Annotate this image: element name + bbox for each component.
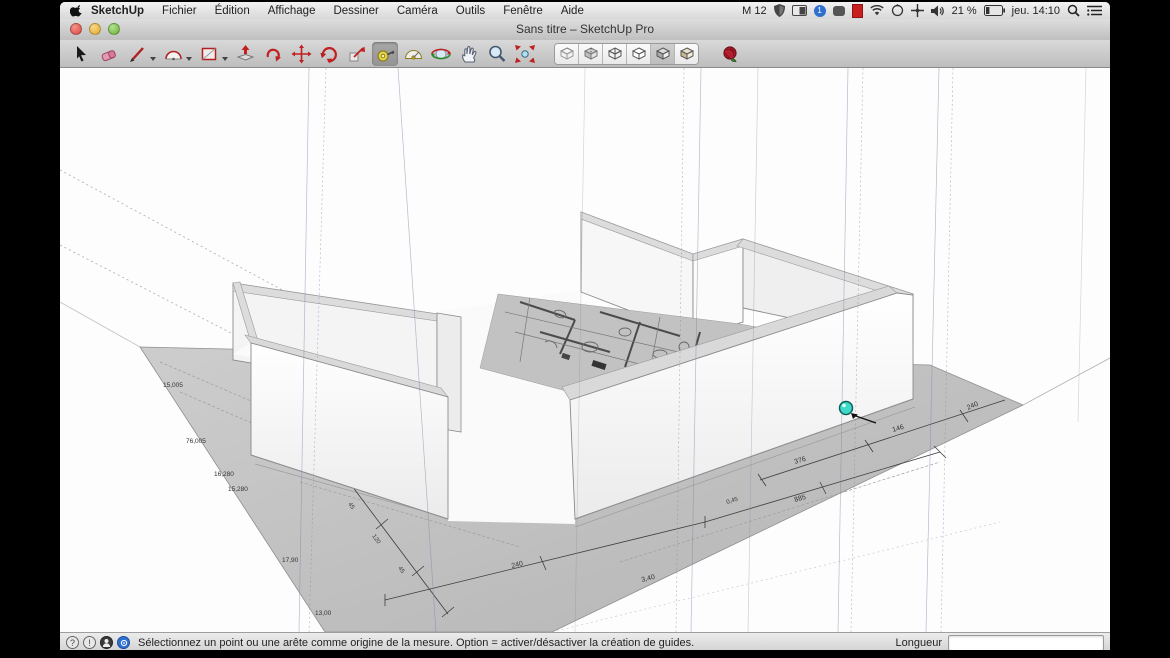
apple-menu-icon[interactable] [70,4,82,18]
dark-menu-extra-icon[interactable] [833,4,845,18]
zoom-extents-icon [514,44,536,64]
tool-pushpull-button[interactable] [232,42,258,66]
menu-affichage[interactable]: Affichage [259,5,325,17]
eraser-icon [99,44,120,64]
svg-text:16,280: 16,280 [214,471,234,478]
face-style-wireframe-button[interactable] [603,44,627,64]
sync-icon[interactable] [891,4,904,18]
select-cursor-icon [71,44,91,64]
tool-eraser-button[interactable] [96,42,122,66]
tool-select-button[interactable] [68,42,94,66]
battery-icon[interactable] [984,4,1005,18]
tool-protractor-button[interactable] [400,42,426,66]
arc-tool-icon [163,44,184,64]
tool-move-button[interactable] [288,42,314,66]
menu-app[interactable]: SketchUp [82,5,153,17]
menu-clock[interactable]: jeu. 14:10 [1012,5,1060,17]
pencil-line-icon [127,44,147,64]
tool-line-button[interactable] [124,42,150,66]
menu-aide[interactable]: Aide [552,5,593,17]
menu-camera[interactable]: Caméra [388,5,447,17]
window-title: Sans titre – SketchUp Pro [60,22,1110,36]
status-message: Sélectionnez un point ou une arête comme… [138,637,694,649]
tool-rotate-button[interactable] [316,42,342,66]
tool-tape-measure-button[interactable] [372,42,398,66]
measurement-input[interactable] [948,635,1104,651]
svg-text:13,00: 13,00 [315,610,332,617]
svg-text:17,90: 17,90 [282,557,299,564]
zoom-magnifier-icon [487,44,507,64]
rose-icon [720,44,740,64]
battery-percent: 21 % [952,5,977,17]
volume-icon[interactable] [931,4,945,18]
model-scene[interactable]: 240 3,40 885 376 146 0,45 240 90 45 120 … [60,68,1110,632]
menu-bar: SketchUp Fichier Édition Affichage Dessi… [60,2,1110,20]
display-menu-icon[interactable] [792,4,807,18]
pan-hand-icon [459,44,479,64]
menu-fichier[interactable]: Fichier [153,5,206,17]
tool-rectangle-button[interactable] [196,42,222,66]
menu-dessiner[interactable]: Dessiner [324,5,387,17]
red-recording-icon[interactable] [852,4,863,18]
face-style-shaded-button[interactable] [651,44,675,64]
tape-measure-icon [375,44,396,64]
menu-outils[interactable]: Outils [447,5,494,17]
status-bar: ? ! Sélectionnez un point ou une arête c… [60,632,1110,650]
rectangle-tool-icon [199,44,219,64]
push-pull-icon [235,44,256,64]
menu-fenetre[interactable]: Fenêtre [494,5,552,17]
tool-followme-button[interactable] [260,42,286,66]
tool-arc-button[interactable] [160,42,186,66]
menu-edition[interactable]: Édition [206,5,259,17]
tool-zoom-button[interactable] [484,42,510,66]
window-title-bar[interactable]: Sans titre – SketchUp Pro [60,19,1110,41]
input-source-menu[interactable]: M 12 [742,5,766,17]
svg-text:76,005: 76,005 [186,438,206,445]
tool-scale-button[interactable] [344,42,370,66]
notification-center-icon[interactable] [1087,4,1102,18]
rotate-icon [319,44,340,64]
tool-zoom-extents-button[interactable] [512,42,538,66]
help-icon[interactable]: ? [66,636,79,649]
orbit-icon [430,44,452,64]
info-icon[interactable]: ! [83,636,96,649]
face-style-xray-button[interactable] [555,44,579,64]
toolbar [60,40,1110,68]
face-style-hiddenline-button[interactable] [627,44,651,64]
face-style-backedges-button[interactable] [579,44,603,64]
line-dropdown-arrow[interactable] [150,57,156,61]
protractor-icon [403,44,424,64]
rectangle-dropdown-arrow[interactable] [222,57,228,61]
arc-dropdown-arrow[interactable] [186,57,192,61]
svg-text:15,005: 15,005 [163,382,183,389]
face-style-segmented-control [554,43,699,65]
face-style-textures-button[interactable] [675,44,698,64]
video-frame: SketchUp Fichier Édition Affichage Dessi… [0,0,1170,658]
model-viewport[interactable]: 240 3,40 885 376 146 0,45 240 90 45 120 … [60,68,1110,632]
desktop: SketchUp Fichier Édition Affichage Dessi… [60,2,1110,650]
shield-icon[interactable] [774,4,785,18]
svg-text:15,280: 15,280 [228,486,248,493]
app-badge-icon[interactable]: 1 [814,4,826,18]
move-icon [291,44,312,64]
signin-icon[interactable] [100,636,113,649]
follow-me-icon [263,44,284,64]
measurement-label: Longueur [896,637,943,649]
universal-access-icon[interactable] [911,4,924,18]
scale-icon [347,44,367,64]
geolocation-icon[interactable] [117,636,130,649]
tool-orbit-button[interactable] [428,42,454,66]
tool-pan-button[interactable] [456,42,482,66]
instructor-button[interactable] [717,42,743,66]
spotlight-search-icon[interactable] [1067,4,1080,18]
wifi-icon[interactable] [870,4,884,18]
